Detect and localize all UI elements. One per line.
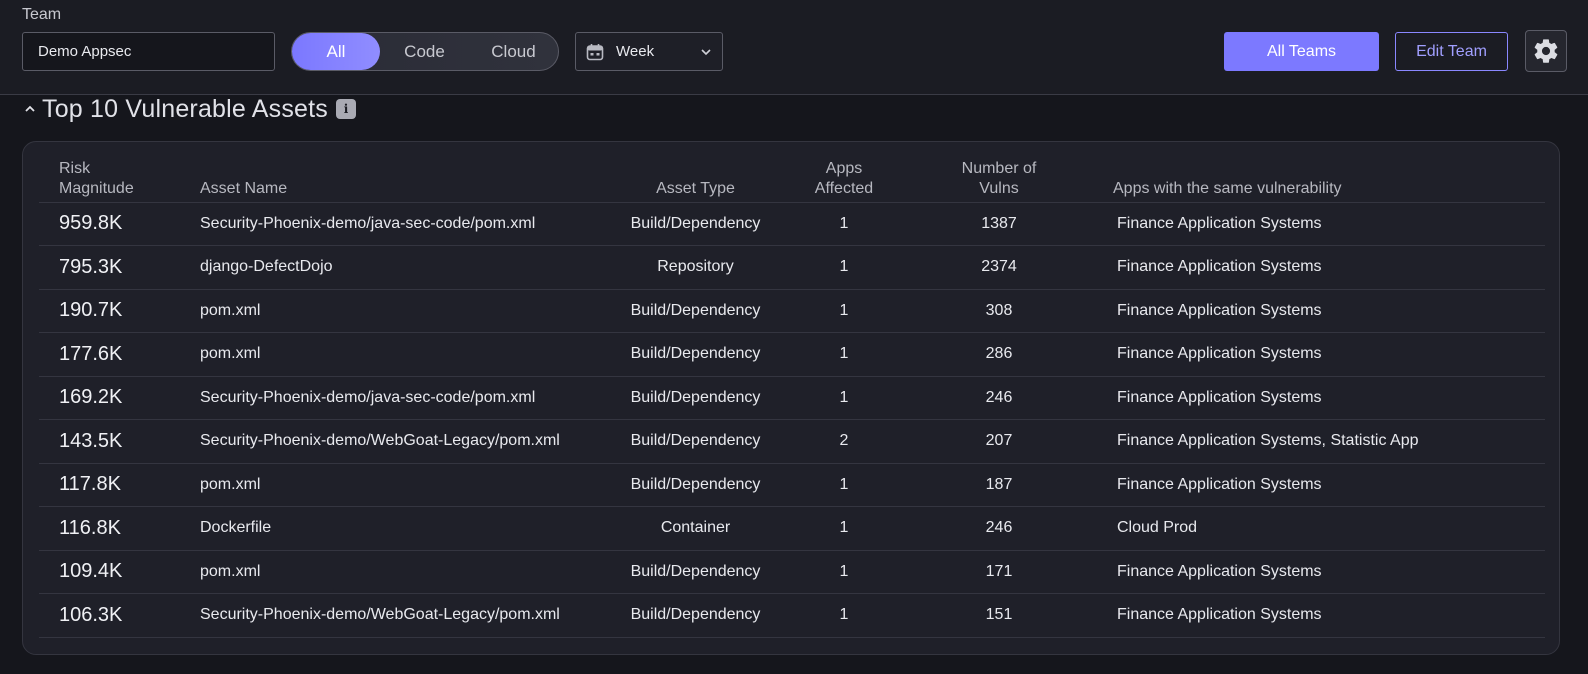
- asset-type-cell: Build/Dependency: [598, 550, 793, 594]
- col-apps-same-vuln[interactable]: Apps with the same vulnerability: [1103, 156, 1545, 203]
- table-header-row: Risk Magnitude Asset Name Asset Type Apps…: [39, 156, 1545, 203]
- col-asset-type[interactable]: Asset Type: [598, 156, 793, 203]
- apps-affected-cell: 1: [793, 245, 895, 290]
- asset-type-cell: Build/Dependency: [598, 419, 793, 464]
- risk-magnitude-cell: 169.2K: [39, 376, 180, 420]
- vulns-count-cell: 207: [895, 419, 1103, 464]
- same-vuln-apps-cell: Finance Application Systems: [1103, 593, 1545, 638]
- risk-magnitude-cell: 117.8K: [39, 463, 180, 507]
- vulns-count-cell: 171: [895, 550, 1103, 594]
- risk-magnitude-cell: 106.3K: [39, 593, 180, 638]
- vulns-count-cell: 246: [895, 376, 1103, 420]
- asset-name-cell: pom.xml: [180, 550, 598, 594]
- edit-team-button[interactable]: Edit Team: [1395, 32, 1508, 71]
- apps-affected-cell: 1: [793, 463, 895, 507]
- gear-icon: [1534, 39, 1558, 63]
- vulns-count-cell: 308: [895, 289, 1103, 333]
- same-vuln-apps-cell: Finance Application Systems: [1103, 289, 1545, 333]
- table-row[interactable]: 177.6K pom.xml Build/Dependency 1 286 Finance…: [39, 332, 1545, 377]
- top-toolbar: Team All Code Cloud Week All Teams Edit …: [0, 0, 1588, 95]
- col-number-of-vulns[interactable]: Number of Vulns: [895, 156, 1103, 203]
- table-row[interactable]: 116.8K Dockerfile Container 1 246 Cloud Prod: [39, 506, 1545, 551]
- apps-affected-cell: 1: [793, 593, 895, 638]
- scope-segmented-control: All Code Cloud: [291, 32, 559, 71]
- table-row[interactable]: 959.8K Security-Phoenix-demo/java-sec-cod…: [39, 202, 1545, 246]
- same-vuln-apps-cell: Finance Application Systems: [1103, 245, 1545, 290]
- table-row[interactable]: 117.8K pom.xml Build/Dependency 1 187 Finance…: [39, 463, 1545, 507]
- settings-button[interactable]: [1525, 30, 1567, 72]
- vulnerable-assets-card: Risk Magnitude Asset Name Asset Type Apps…: [22, 141, 1560, 655]
- asset-type-cell: Container: [598, 506, 793, 551]
- apps-affected-cell: 2: [793, 419, 895, 464]
- asset-name-cell: Security-Phoenix-demo/java-sec-code/pom.…: [180, 202, 598, 246]
- same-vuln-apps-cell: Finance Application Systems: [1103, 376, 1545, 420]
- col-apps-affected[interactable]: Apps Affected: [793, 156, 895, 203]
- calendar-icon: [586, 43, 604, 60]
- segment-code[interactable]: Code: [380, 33, 469, 70]
- col-asset-name[interactable]: Asset Name: [180, 156, 598, 203]
- chevron-up-icon[interactable]: [24, 103, 36, 115]
- risk-magnitude-cell: 116.8K: [39, 506, 180, 551]
- risk-magnitude-cell: 177.6K: [39, 332, 180, 377]
- asset-type-cell: Build/Dependency: [598, 332, 793, 377]
- asset-type-cell: Build/Dependency: [598, 202, 793, 246]
- apps-affected-cell: 1: [793, 506, 895, 551]
- table-row[interactable]: 143.5K Security-Phoenix-demo/WebGoat-Lega…: [39, 419, 1545, 464]
- same-vuln-apps-cell: Cloud Prod: [1103, 506, 1545, 551]
- vulns-count-cell: 2374: [895, 245, 1103, 290]
- asset-name-cell: Security-Phoenix-demo/WebGoat-Legacy/pom…: [180, 593, 598, 638]
- same-vuln-apps-cell: Finance Application Systems: [1103, 550, 1545, 594]
- risk-magnitude-cell: 795.3K: [39, 245, 180, 290]
- team-label: Team: [22, 6, 62, 23]
- risk-magnitude-cell: 143.5K: [39, 419, 180, 464]
- table-row[interactable]: 795.3K django-DefectDojo Repository 1 2374 Fi…: [39, 245, 1545, 290]
- vulns-count-cell: 151: [895, 593, 1103, 638]
- apps-affected-cell: 1: [793, 202, 895, 246]
- apps-affected-cell: 1: [793, 376, 895, 420]
- asset-name-cell: pom.xml: [180, 332, 598, 377]
- same-vuln-apps-cell: Finance Application Systems: [1103, 202, 1545, 246]
- asset-type-cell: Build/Dependency: [598, 593, 793, 638]
- same-vuln-apps-cell: Finance Application Systems, Statistic A…: [1103, 419, 1545, 464]
- risk-magnitude-cell: 190.7K: [39, 289, 180, 333]
- all-teams-button[interactable]: All Teams: [1224, 32, 1379, 71]
- segment-cloud[interactable]: Cloud: [469, 33, 558, 70]
- apps-affected-cell: 1: [793, 332, 895, 377]
- asset-type-cell: Build/Dependency: [598, 463, 793, 507]
- asset-name-cell: Security-Phoenix-demo/WebGoat-Legacy/pom…: [180, 419, 598, 464]
- vulns-count-cell: 187: [895, 463, 1103, 507]
- asset-type-cell: Build/Dependency: [598, 376, 793, 420]
- asset-name-cell: pom.xml: [180, 289, 598, 333]
- chevron-down-icon: [701, 49, 711, 56]
- section-title: Top 10 Vulnerable Assets: [42, 94, 329, 123]
- table-row[interactable]: 109.4K pom.xml Build/Dependency 1 171 Finance…: [39, 550, 1545, 594]
- same-vuln-apps-cell: Finance Application Systems: [1103, 332, 1545, 377]
- asset-type-cell: Build/Dependency: [598, 289, 793, 333]
- vulns-count-cell: 1387: [895, 202, 1103, 246]
- table-row[interactable]: 169.2K Security-Phoenix-demo/java-sec-cod…: [39, 376, 1545, 420]
- team-input[interactable]: [22, 32, 275, 71]
- apps-affected-cell: 1: [793, 289, 895, 333]
- apps-affected-cell: 1: [793, 550, 895, 594]
- section-header: Top 10 Vulnerable Assets i: [24, 94, 357, 124]
- asset-name-cell: django-DefectDojo: [180, 245, 598, 290]
- info-icon[interactable]: i: [336, 99, 357, 119]
- table-row[interactable]: 106.3K Security-Phoenix-demo/WebGoat-Lega…: [39, 593, 1545, 638]
- vulnerable-assets-table: Risk Magnitude Asset Name Asset Type Apps…: [39, 156, 1545, 638]
- col-risk-magnitude[interactable]: Risk Magnitude: [39, 156, 180, 203]
- asset-name-cell: Dockerfile: [180, 506, 598, 551]
- period-value: Week: [616, 43, 655, 60]
- period-select[interactable]: Week: [575, 32, 723, 71]
- same-vuln-apps-cell: Finance Application Systems: [1103, 463, 1545, 507]
- vulns-count-cell: 286: [895, 332, 1103, 377]
- asset-name-cell: Security-Phoenix-demo/java-sec-code/pom.…: [180, 376, 598, 420]
- segment-all[interactable]: All: [292, 33, 380, 70]
- table-row[interactable]: 190.7K pom.xml Build/Dependency 1 308 Finance…: [39, 289, 1545, 333]
- asset-type-cell: Repository: [598, 245, 793, 290]
- risk-magnitude-cell: 109.4K: [39, 550, 180, 594]
- vulns-count-cell: 246: [895, 506, 1103, 551]
- risk-magnitude-cell: 959.8K: [39, 202, 180, 246]
- asset-name-cell: pom.xml: [180, 463, 598, 507]
